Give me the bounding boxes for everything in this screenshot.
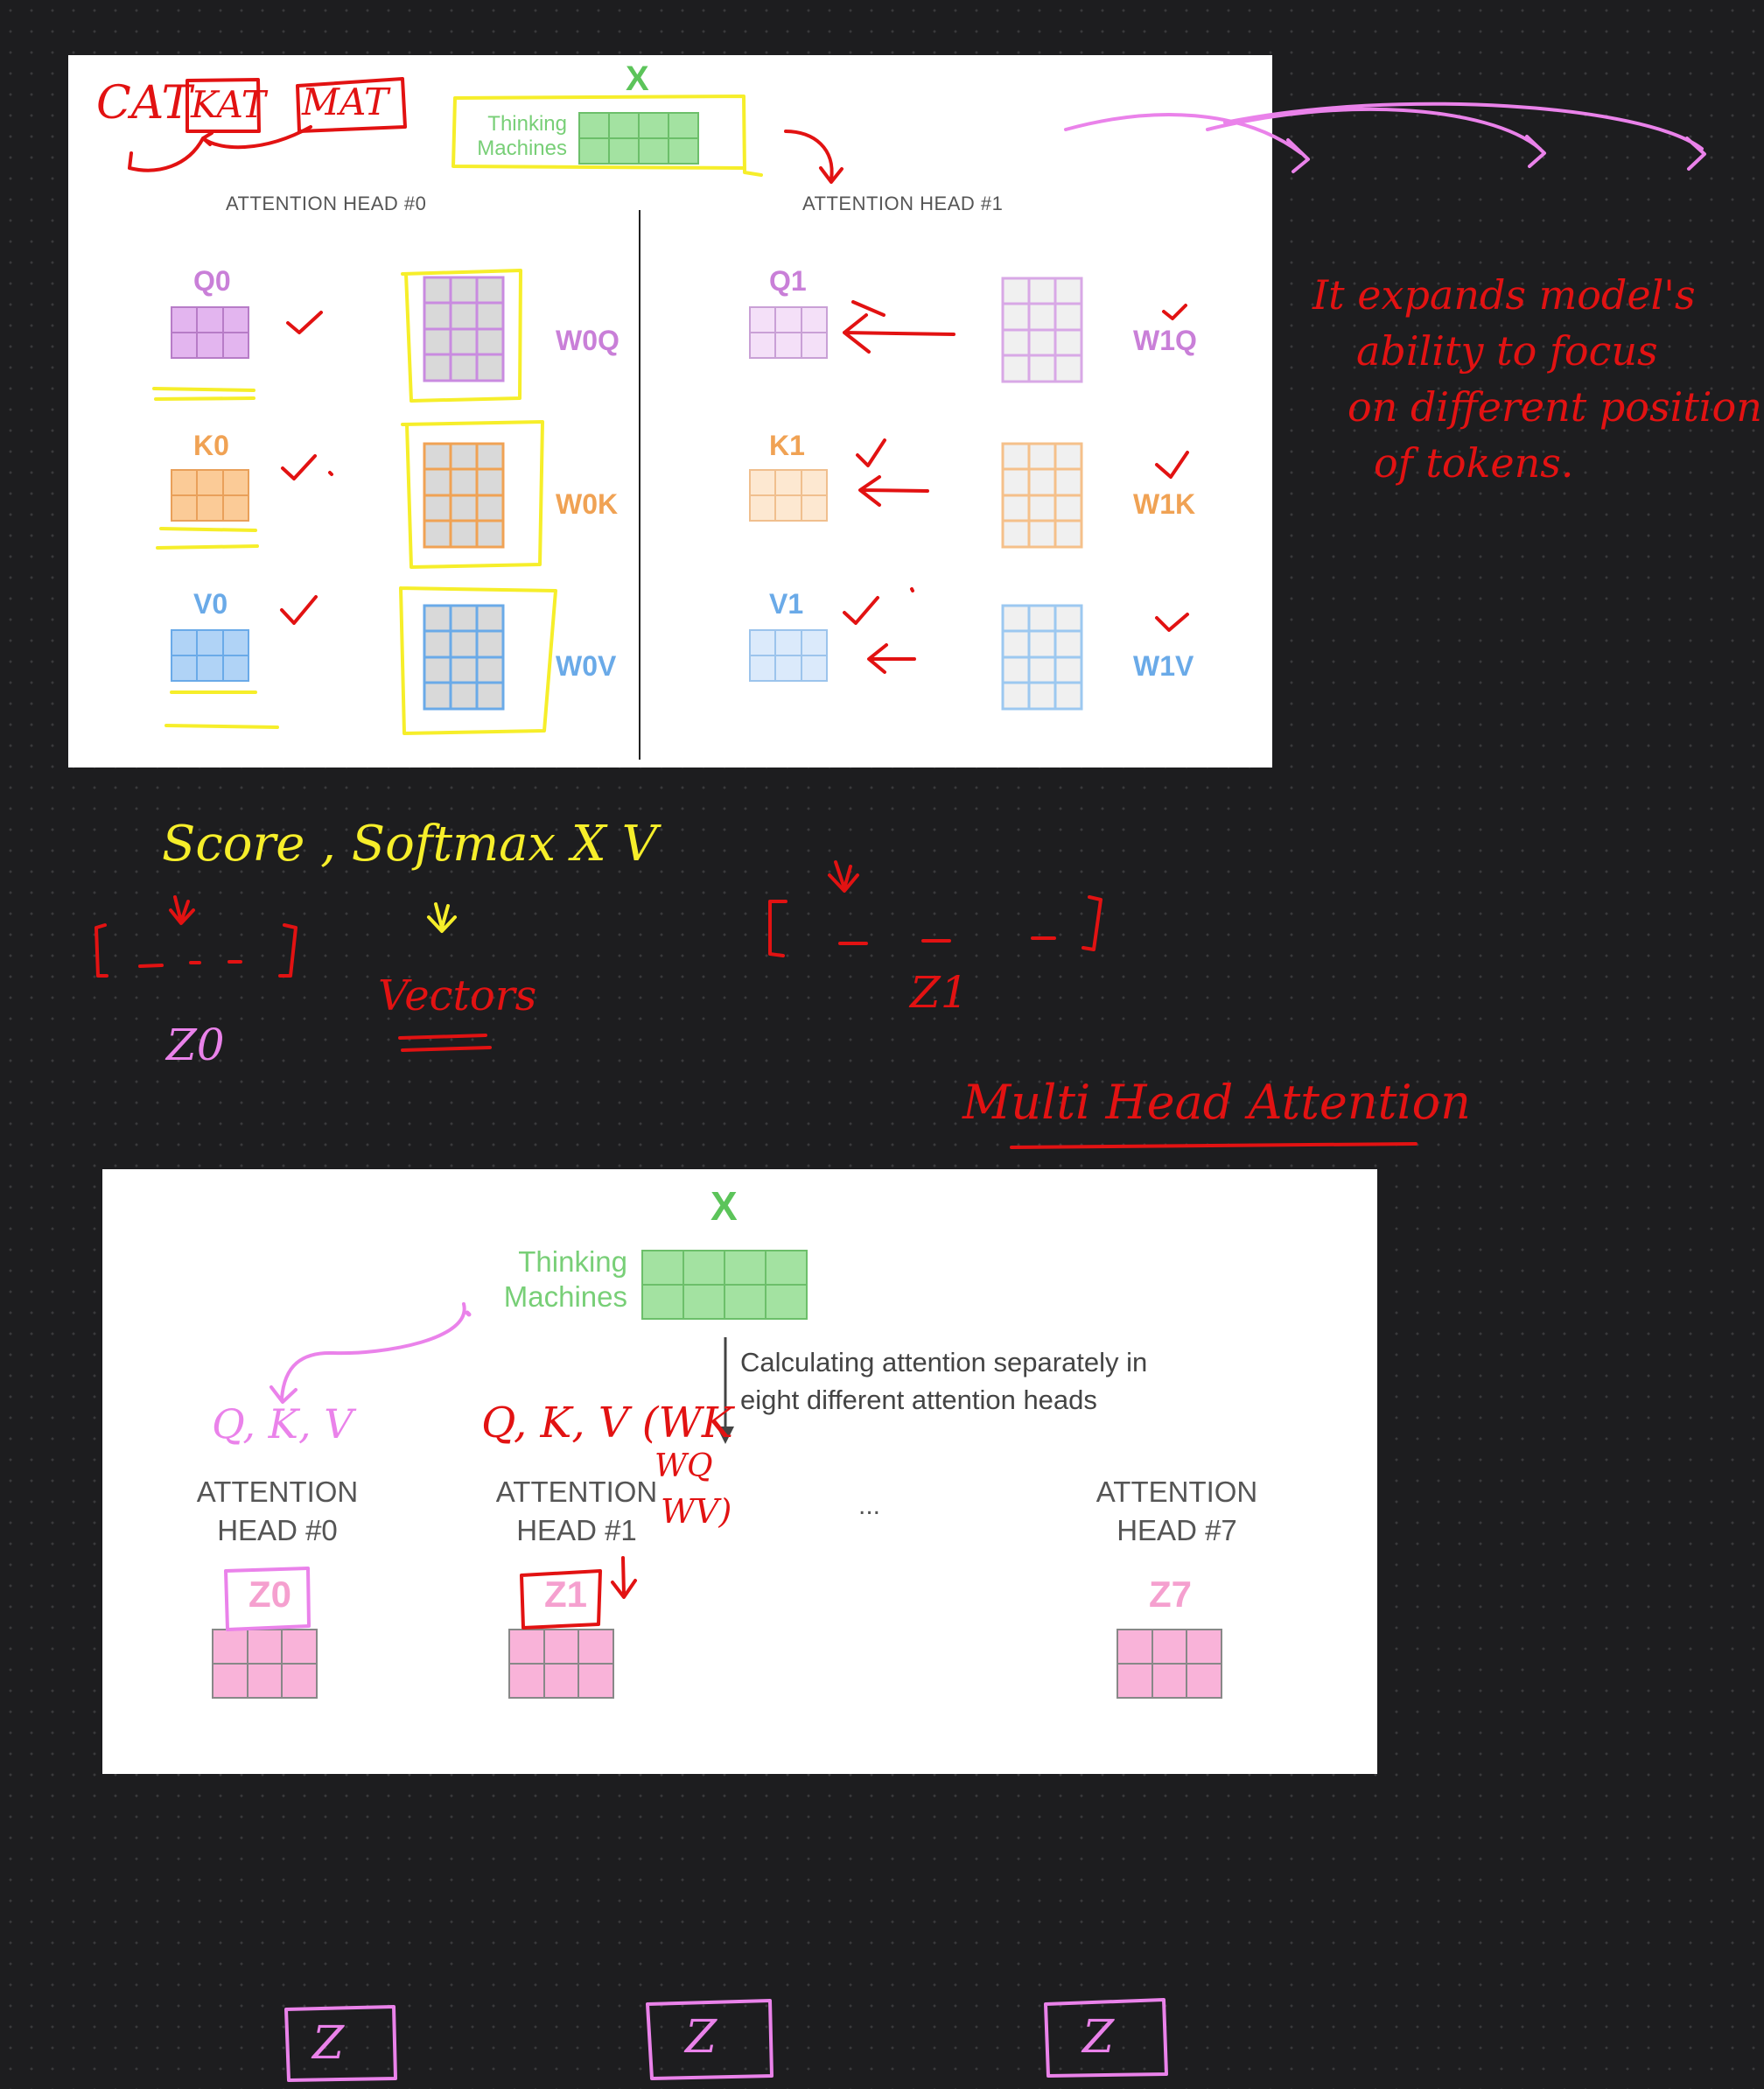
w1k-matrix <box>1001 442 1083 549</box>
w0q-matrix <box>423 276 505 382</box>
vectors-note: Vectors <box>378 971 537 1020</box>
z0-matrix <box>212 1629 318 1699</box>
word-car: CAT <box>96 77 192 130</box>
side-note-line-1: It expands model's <box>1312 271 1696 319</box>
z1-matrix <box>508 1629 614 1699</box>
side-note-line-2: ability to focus <box>1356 327 1658 375</box>
z-box-2: Z <box>685 2011 718 2064</box>
v0-matrix <box>171 629 249 682</box>
q0-matrix <box>171 306 249 359</box>
w0k-matrix <box>423 442 505 549</box>
x-matrix-bottom <box>641 1250 808 1320</box>
multi-head-title: Multi Head Attention <box>962 1075 1471 1130</box>
x-matrix <box>578 112 699 165</box>
q1-matrix <box>749 306 828 359</box>
wq-note: WQ <box>654 1448 713 1484</box>
qkv-red-note: Q, K, V (WK <box>481 1399 733 1448</box>
z1-note: Z1 <box>910 967 969 1018</box>
qkv-pink-note: Q, K, V <box>212 1400 354 1448</box>
z-box-1: Z <box>312 2017 345 2070</box>
k0-matrix <box>171 469 249 522</box>
k1-matrix <box>749 469 828 522</box>
w1q-matrix <box>1001 277 1083 383</box>
side-note: It expands model's ability to focus on d… <box>1312 267 1762 491</box>
side-note-line-3: on different position <box>1348 383 1762 431</box>
wv-note: WV) <box>661 1492 732 1531</box>
z-box-3: Z <box>1082 2011 1115 2064</box>
z0-note: Z0 <box>166 1020 225 1070</box>
v1-matrix <box>749 629 828 682</box>
word-mat: MAT <box>302 81 389 123</box>
score-softmax-note: Score , Softmax X V <box>162 816 658 873</box>
w1v-matrix <box>1001 604 1083 711</box>
side-note-line-4: of tokens. <box>1374 439 1574 487</box>
word-kat: KAT <box>191 83 266 126</box>
z7-matrix <box>1116 1629 1222 1699</box>
w0v-matrix <box>423 604 505 711</box>
